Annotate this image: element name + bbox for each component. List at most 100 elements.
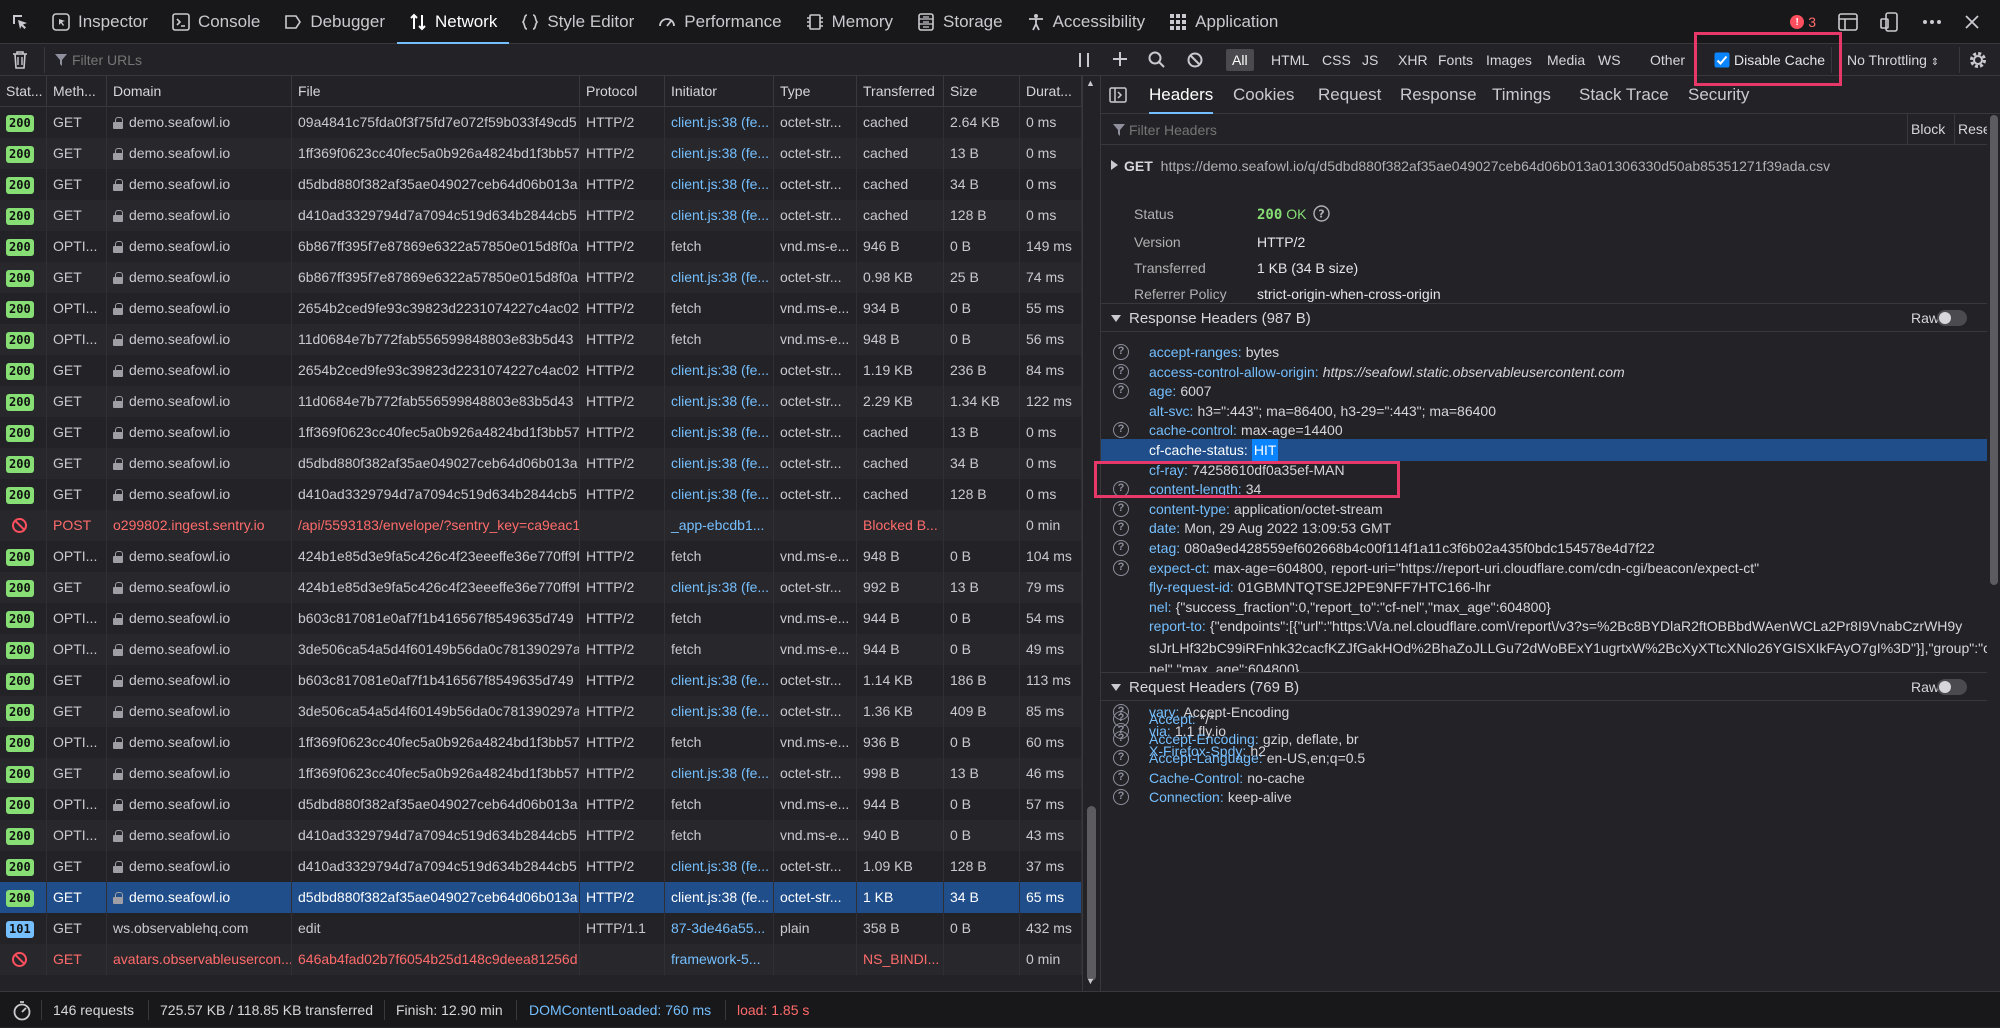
table-row[interactable]: GET avatars.observableusercon... 646ab4fad… [0,944,1082,975]
cell-initiator[interactable]: _app-ebcdb1... [665,510,774,541]
column-header-type[interactable]: Type [774,76,857,107]
cell-initiator[interactable]: client.js:38 (fe... [665,200,774,231]
request-url-row[interactable]: GET https://demo.seafowl.io/q/d5dbd880f3… [1101,154,1989,178]
help-icon[interactable]: ? [1113,540,1129,556]
add-request-icon[interactable] [1112,51,1128,67]
table-row[interactable]: 200 GET demo.seafowl.io 424b1e85d3e9fa5c426… [0,572,1082,603]
performance-analysis-icon[interactable] [12,1001,32,1021]
table-row[interactable]: 200 OPTI... demo.seafowl.io 2654b2ced9fe93c… [0,293,1082,324]
table-row[interactable]: 200 GET demo.seafowl.io 3de506ca54a5d4f6014… [0,696,1082,727]
column-header-duration[interactable]: Durat... [1020,76,1082,107]
cell-initiator[interactable]: client.js:38 (fe... [665,696,774,727]
table-row[interactable]: 200 GET demo.seafowl.io 1ff369f0623cc40fec5… [0,758,1082,789]
table-row[interactable]: 200 GET demo.seafowl.io 1ff369f0623cc40fec5… [0,138,1082,169]
table-row[interactable]: 200 OPTI... demo.seafowl.io d5dbd880f382af3… [0,789,1082,820]
help-icon[interactable]: ? [1113,383,1129,400]
cell-initiator[interactable]: framework-5... [665,944,774,975]
help-icon[interactable]: ? [1113,750,1129,767]
column-header-transferred[interactable]: Transferred [857,76,944,107]
scroll-down-icon[interactable]: ▼ [1086,976,1095,986]
table-row[interactable]: 200 GET demo.seafowl.io d410ad3329794d7a709… [0,851,1082,882]
table-row[interactable]: 200 GET demo.seafowl.io b603c817081e0af7f1b… [0,665,1082,696]
cell-initiator[interactable]: client.js:38 (fe... [665,417,774,448]
help-icon[interactable]: ? [1113,730,1129,747]
responsive-mode-icon[interactable] [1880,12,1900,32]
details-tab-timings[interactable]: Timings [1492,76,1551,114]
cell-initiator[interactable]: 87-3de46a55... [665,913,774,944]
tab-memory[interactable]: Memory [794,0,905,44]
column-header-status[interactable]: Stat... [0,76,47,107]
cell-initiator[interactable]: client.js:38 (fe... [665,479,774,510]
header-name[interactable]: Connection [1149,786,1220,808]
column-header-initiator[interactable]: Initiator [665,76,774,107]
cell-initiator[interactable]: client.js:38 (fe... [665,355,774,386]
toggle-sidebar-icon[interactable] [1109,87,1127,103]
tab-accessibility[interactable]: Accessibility [1015,0,1158,44]
tab-inspector[interactable]: Inspector [40,0,160,44]
header-name[interactable]: report-to [1149,615,1202,637]
response-headers-section[interactable]: Response Headers (987 B) Raw [1101,303,1989,332]
cell-initiator[interactable]: client.js:38 (fe... [665,262,774,293]
more-options-icon[interactable] [1922,19,1942,25]
tab-network[interactable]: Network [397,0,509,44]
error-count-badge[interactable]: ! 3 [1790,14,1816,30]
filter-type-images[interactable]: Images [1480,49,1538,71]
cell-initiator[interactable]: client.js:38 (fe... [665,448,774,479]
help-icon[interactable]: ? [1113,500,1129,517]
request-list-scrollbar[interactable]: ▲ ▼ [1082,76,1100,991]
clear-trash-icon[interactable] [12,50,28,70]
tab-debugger[interactable]: Debugger [272,0,397,44]
cell-initiator[interactable]: client.js:38 (fe... [665,882,774,913]
table-row[interactable]: POST o299802.ingest.sentry.io/api/5593183… [0,510,1082,541]
close-icon[interactable] [1964,14,1980,30]
help-icon[interactable]: ? [1113,559,1129,576]
column-header-domain[interactable]: Domain [107,76,292,107]
filter-type-js[interactable]: JS [1356,49,1384,71]
column-header-size[interactable]: Size [944,76,1020,107]
cell-initiator[interactable]: client.js:38 (fe... [665,665,774,696]
raw-toggle[interactable] [1937,310,1967,326]
table-row[interactable]: 200 GET demo.seafowl.io 2654b2ced9fe93c3982… [0,355,1082,386]
filter-type-all[interactable]: All [1226,49,1254,71]
help-icon[interactable]: ? [1113,481,1129,498]
help-icon[interactable]: ? [1113,344,1129,360]
details-tab-headers[interactable]: Headers [1149,76,1213,114]
request-headers-section[interactable]: Request Headers (769 B) Raw [1101,672,1989,701]
table-row[interactable]: 200 GET demo.seafowl.io d410ad3329794d7a709… [0,479,1082,510]
table-row[interactable]: 200 OPTI... demo.seafowl.io 11d0684e7b772fa… [0,324,1082,355]
help-icon[interactable]: ? [1113,422,1129,439]
tab-storage[interactable]: Storage [905,0,1015,44]
filter-type-fonts[interactable]: Fonts [1432,49,1479,71]
cell-initiator[interactable]: client.js:38 (fe... [665,169,774,200]
scrollbar-thumb[interactable] [1990,115,1998,585]
tab-style-editor[interactable]: Style Editor [509,0,646,44]
expand-url-icon[interactable] [1111,160,1118,170]
cell-initiator[interactable]: client.js:38 (fe... [665,107,774,138]
gear-icon[interactable] [1967,49,1989,71]
cell-initiator[interactable]: client.js:38 (fe... [665,851,774,882]
disable-cache-checkbox[interactable] [1712,50,1732,70]
filter-urls-input[interactable] [72,48,1022,72]
collapse-triangle-icon[interactable] [1111,684,1121,691]
details-tab-security[interactable]: Security [1688,76,1749,114]
filter-headers-input[interactable] [1129,118,1689,141]
details-tab-stack-trace[interactable]: Stack Trace [1579,76,1669,114]
scrollbar-thumb[interactable] [1087,806,1096,981]
throttling-select[interactable]: No Throttling ⇕ [1847,44,1939,76]
help-icon[interactable]: ? [1113,789,1129,806]
cell-initiator[interactable]: client.js:38 (fe... [665,572,774,603]
tab-application[interactable]: Application [1157,0,1290,44]
help-icon[interactable]: ? [1113,769,1129,786]
details-tab-response[interactable]: Response [1400,76,1477,114]
block-requests-icon[interactable] [1187,52,1203,68]
filter-type-media[interactable]: Media [1541,49,1591,71]
details-tab-request[interactable]: Request [1318,76,1381,114]
disable-cache-label[interactable]: Disable Cache [1734,44,1825,76]
table-row[interactable]: 200 GET demo.seafowl.io d5dbd880f382af35ae0… [0,882,1082,913]
pause-icon[interactable] [1078,52,1090,68]
table-row[interactable]: 200 GET demo.seafowl.io 1ff369f0623cc40fec5… [0,417,1082,448]
table-row[interactable]: 200 OPTI... demo.seafowl.io 1ff369f0623cc40… [0,727,1082,758]
filter-type-xhr[interactable]: XHR [1392,49,1434,71]
filter-type-ws[interactable]: WS [1592,49,1627,71]
raw-toggle[interactable] [1937,679,1967,695]
